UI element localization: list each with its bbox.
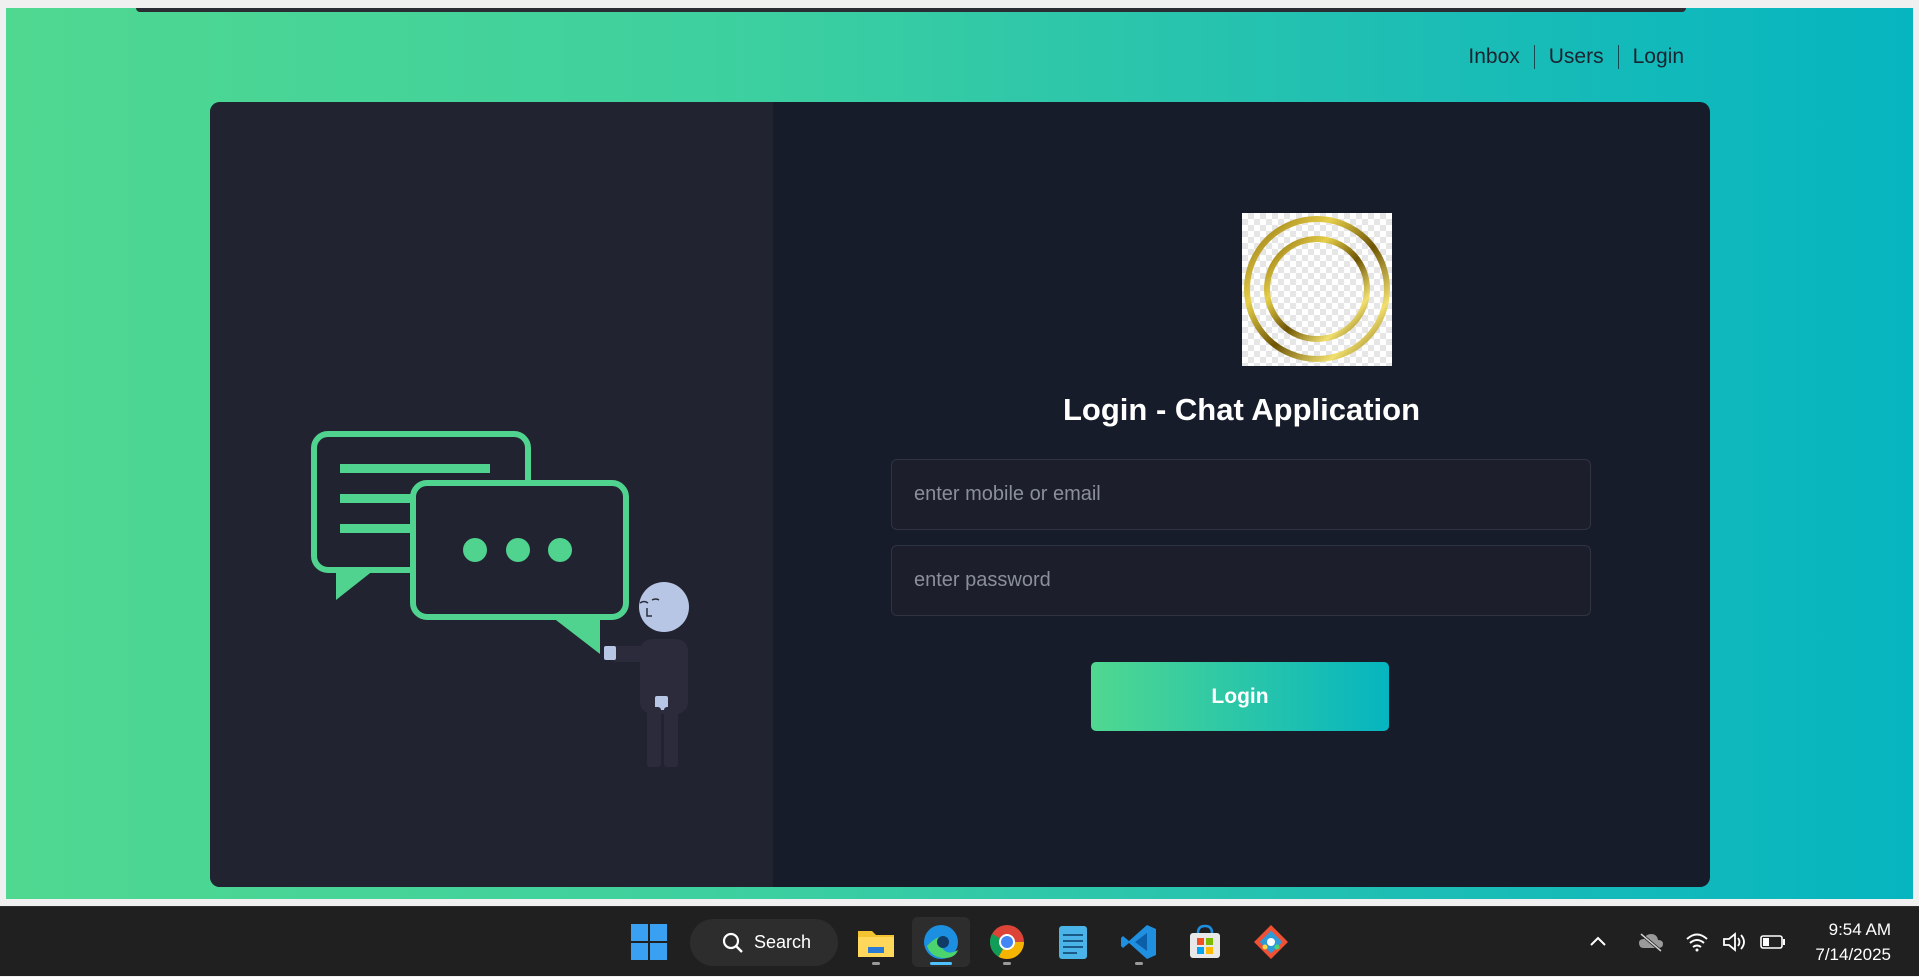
system-clock[interactable]: 9:54 AM 7/14/2025 bbox=[1815, 917, 1891, 967]
battery-icon[interactable] bbox=[1760, 907, 1786, 977]
taskbar: Search 9:54 AM 7/14/2025 bbox=[0, 906, 1919, 976]
onedrive-icon[interactable] bbox=[1638, 907, 1664, 977]
login-card: Login - Chat Application Login bbox=[210, 102, 1710, 887]
edge-browser-icon[interactable] bbox=[912, 917, 970, 967]
top-navigation: Inbox Users Login bbox=[1454, 45, 1698, 69]
typing-dot bbox=[548, 538, 572, 562]
running-indicator bbox=[1003, 962, 1011, 965]
vscode-icon[interactable] bbox=[1110, 917, 1168, 967]
running-indicator bbox=[1135, 962, 1143, 965]
app-logo bbox=[1242, 213, 1392, 366]
login-button[interactable]: Login bbox=[1091, 662, 1389, 731]
email-field[interactable] bbox=[891, 459, 1591, 530]
login-form-panel: Login - Chat Application Login bbox=[773, 102, 1710, 887]
page-title: Login - Chat Application bbox=[1062, 392, 1421, 427]
nav-link-login[interactable]: Login bbox=[1619, 45, 1698, 69]
typing-dot bbox=[506, 538, 530, 562]
nav-link-inbox[interactable]: Inbox bbox=[1454, 45, 1533, 69]
browser-viewport: Inbox Users Login Login - Chat Applicati… bbox=[6, 8, 1913, 899]
active-indicator bbox=[930, 962, 952, 965]
git-icon[interactable] bbox=[1242, 917, 1300, 967]
clock-date: 7/14/2025 bbox=[1815, 945, 1891, 964]
text-line bbox=[340, 464, 490, 473]
chrome-icon[interactable] bbox=[978, 917, 1036, 967]
browser-chrome-edge bbox=[136, 8, 1686, 12]
chat-illustration bbox=[311, 431, 689, 767]
running-indicator bbox=[872, 962, 880, 965]
typing-dot bbox=[463, 538, 487, 562]
clock-time: 9:54 AM bbox=[1828, 920, 1891, 939]
taskbar-search[interactable]: Search bbox=[690, 919, 838, 966]
file-explorer-icon[interactable] bbox=[847, 917, 905, 967]
show-hidden-icons[interactable] bbox=[1588, 907, 1608, 977]
chevron-up-icon bbox=[1590, 936, 1606, 946]
volume-icon[interactable] bbox=[1722, 907, 1748, 977]
illustration-panel bbox=[210, 102, 773, 887]
windows-start-icon[interactable] bbox=[620, 917, 678, 967]
notepad-icon[interactable] bbox=[1044, 917, 1102, 967]
search-label: Search bbox=[754, 932, 812, 952]
search-icon bbox=[722, 932, 743, 953]
ms-store-icon[interactable] bbox=[1176, 917, 1234, 967]
nav-link-users[interactable]: Users bbox=[1535, 45, 1618, 69]
password-field[interactable] bbox=[891, 545, 1591, 616]
nav-separator bbox=[1617, 45, 1619, 69]
wifi-icon[interactable] bbox=[1685, 907, 1709, 977]
nav-separator bbox=[1533, 45, 1535, 69]
